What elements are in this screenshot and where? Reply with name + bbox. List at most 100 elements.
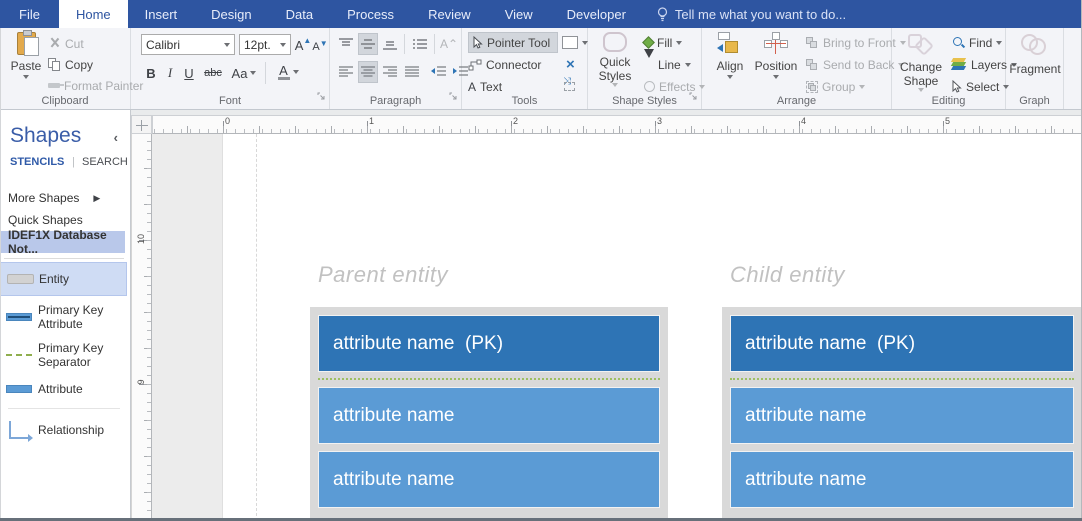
align-top-button[interactable] bbox=[336, 33, 356, 55]
tab-design[interactable]: Design bbox=[194, 0, 268, 28]
clipboard-group-label: Clipboard bbox=[41, 95, 89, 107]
position-button[interactable]: Position bbox=[752, 32, 800, 79]
parent-entity-shape[interactable]: attribute name (PK) attribute name attri… bbox=[310, 307, 668, 521]
bring-to-front-button[interactable]: Bring to Front bbox=[806, 32, 906, 53]
tab-view[interactable]: View bbox=[488, 0, 550, 28]
collapse-panel-button[interactable]: ‹ bbox=[114, 130, 118, 145]
underline-button[interactable]: U bbox=[181, 62, 197, 84]
align-right-button[interactable] bbox=[380, 61, 400, 83]
text-rotate-button[interactable]: A⌃ bbox=[440, 33, 458, 55]
visio-window: File Home Insert Design Data Process Rev… bbox=[0, 0, 1082, 521]
drawing-canvas[interactable]: Parent entity attribute name (PK) attrib… bbox=[152, 134, 1082, 521]
tab-search[interactable]: SEARCH bbox=[82, 156, 128, 168]
tab-home[interactable]: Home bbox=[58, 0, 128, 28]
bullets-button[interactable] bbox=[410, 33, 430, 55]
shrink-font-button[interactable]: A ▼ bbox=[312, 36, 327, 58]
paragraph-dialog-launcher[interactable] bbox=[449, 88, 458, 106]
fill-icon bbox=[642, 36, 655, 49]
stencil-idef1x-item[interactable]: IDEF1X Database Not... bbox=[0, 228, 125, 256]
stencil-divider bbox=[8, 408, 120, 409]
format-painter-button[interactable]: Format Painter bbox=[48, 75, 143, 96]
child-entity-shape[interactable]: attribute name (PK) attribute name attri… bbox=[722, 307, 1082, 521]
tab-review[interactable]: Review bbox=[411, 0, 488, 28]
vertical-ruler[interactable]: 10 9 bbox=[131, 134, 152, 521]
align-bottom-button[interactable] bbox=[380, 33, 400, 55]
ruler-tick-label: 4 bbox=[801, 116, 807, 126]
line-button[interactable]: Line bbox=[644, 48, 691, 75]
child-attribute-row[interactable]: attribute name bbox=[730, 387, 1074, 444]
strikethrough-button[interactable]: abc bbox=[201, 62, 225, 84]
font-dialog-launcher[interactable] bbox=[317, 88, 326, 106]
decrease-indent-button[interactable] bbox=[428, 61, 448, 83]
shape-styles-dialog-launcher[interactable] bbox=[689, 88, 698, 106]
child-entity-title[interactable]: Child entity bbox=[730, 262, 845, 288]
text-tool-button[interactable]: A Text bbox=[468, 76, 502, 97]
horizontal-ruler[interactable]: 0 1 2 3 4 5 bbox=[152, 115, 1082, 134]
send-to-back-button[interactable]: Send to Back bbox=[806, 54, 905, 75]
bold-button[interactable]: B bbox=[143, 62, 159, 84]
connector-tool-button[interactable]: Connector bbox=[468, 54, 541, 75]
ribbon: Paste Cut Copy Format Painter Clipboard … bbox=[0, 28, 1082, 110]
paste-button[interactable]: Paste bbox=[8, 30, 44, 79]
tab-insert[interactable]: Insert bbox=[128, 0, 195, 28]
change-shape-icon bbox=[906, 32, 936, 58]
primary-key-separator-icon bbox=[0, 354, 38, 356]
align-middle-button[interactable] bbox=[358, 33, 378, 55]
find-button[interactable]: Find bbox=[952, 32, 1003, 53]
font-size-select[interactable]: 12pt. bbox=[239, 34, 291, 55]
child-pk-separator[interactable] bbox=[730, 378, 1074, 380]
change-shape-button[interactable]: Change Shape bbox=[896, 32, 946, 92]
justify-button[interactable] bbox=[402, 61, 422, 83]
copy-button[interactable]: Copy bbox=[48, 54, 93, 75]
child-attribute-row[interactable]: attribute name bbox=[730, 451, 1074, 508]
parent-entity-title[interactable]: Parent entity bbox=[318, 262, 448, 288]
stencil-shape-attribute[interactable]: Attribute bbox=[0, 376, 127, 402]
font-group: Calibri 12pt. A ▲ A ▼ B I U abc Aa A Fon… bbox=[131, 28, 330, 109]
tab-process[interactable]: Process bbox=[330, 0, 411, 28]
tab-file[interactable]: File bbox=[0, 0, 59, 28]
font-color-icon: A bbox=[277, 62, 290, 80]
shape-styles-group-label: Shape Styles bbox=[612, 95, 677, 107]
bullets-icon bbox=[413, 39, 427, 49]
stencil-shape-relationship[interactable]: Relationship bbox=[0, 412, 127, 448]
change-case-button[interactable]: Aa bbox=[229, 62, 259, 84]
tell-me-box[interactable]: Tell me what you want to do... bbox=[657, 0, 846, 28]
cut-button[interactable]: Cut bbox=[48, 33, 84, 54]
fragment-button[interactable]: Fragment bbox=[1009, 32, 1061, 76]
stencil-divider bbox=[4, 258, 124, 259]
arrange-group: Align Position Bring to Front Send to Ba… bbox=[702, 28, 906, 109]
font-color-button[interactable]: A bbox=[273, 61, 303, 83]
select-icon bbox=[952, 80, 962, 93]
font-family-select[interactable]: Calibri bbox=[141, 34, 235, 55]
stencil-shape-entity[interactable]: Entity bbox=[0, 262, 127, 296]
shape-styles-group: Quick Styles Fill Line Effects Shape Sty… bbox=[588, 28, 706, 109]
tab-developer[interactable]: Developer bbox=[550, 0, 643, 28]
italic-button[interactable]: I bbox=[163, 62, 177, 84]
select-button[interactable]: Select bbox=[952, 76, 1010, 97]
stencil-shape-primary-key-attribute[interactable]: Primary Key Attribute bbox=[0, 300, 127, 334]
delete-connector-button[interactable]: × bbox=[566, 54, 575, 75]
transform-icon bbox=[564, 82, 575, 91]
child-pk-attribute-row[interactable]: attribute name (PK) bbox=[730, 315, 1074, 372]
align-left-button[interactable] bbox=[336, 61, 356, 83]
align-center-button[interactable] bbox=[358, 61, 378, 83]
grow-font-button[interactable]: A ▲ bbox=[295, 34, 312, 56]
parent-attribute-row[interactable]: attribute name bbox=[318, 387, 660, 444]
stencil-shape-primary-key-separator[interactable]: Primary Key Separator bbox=[0, 338, 127, 372]
group-button[interactable]: Group bbox=[806, 76, 866, 97]
quick-shapes-item[interactable]: Quick Shapes bbox=[0, 210, 131, 230]
paste-caret[interactable] bbox=[23, 75, 29, 79]
more-shapes-item[interactable]: More Shapes ▶ bbox=[0, 188, 131, 208]
align-button[interactable]: Align bbox=[710, 32, 750, 79]
parent-pk-separator[interactable] bbox=[318, 378, 660, 380]
shape-swatch-button[interactable] bbox=[562, 32, 588, 53]
tab-data[interactable]: Data bbox=[269, 0, 330, 28]
quick-styles-button[interactable]: Quick Styles bbox=[592, 32, 638, 87]
parent-attribute-row[interactable]: attribute name bbox=[318, 451, 660, 508]
parent-pk-attribute-row[interactable]: attribute name (PK) bbox=[318, 315, 660, 372]
align-right-icon bbox=[383, 66, 397, 77]
relationship-icon bbox=[0, 421, 38, 442]
free-transform-button[interactable]: ⤨ bbox=[563, 76, 575, 97]
pointer-tool-button[interactable]: Pointer Tool bbox=[468, 32, 558, 53]
tab-stencils[interactable]: STENCILS bbox=[10, 156, 64, 168]
